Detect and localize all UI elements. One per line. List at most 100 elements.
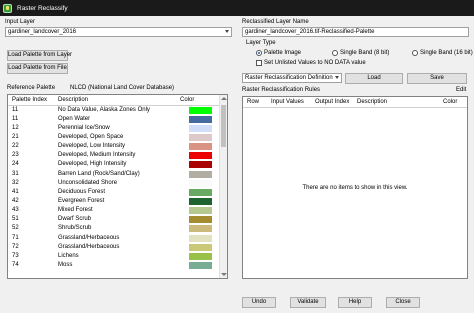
- reference-palette-label: Reference Palette: [7, 85, 56, 91]
- palette-index-cell: 71: [12, 234, 19, 241]
- palette-scrollbar[interactable]: [219, 95, 227, 278]
- palette-index-cell: 31: [12, 170, 19, 177]
- window-title: Raster Reclassify: [17, 4, 68, 12]
- table-row[interactable]: 23 Developed, Medium Intensity: [8, 152, 227, 161]
- checkbox-icon: [256, 60, 262, 66]
- radio-single-band-8bit[interactable]: Single Band (8 bit): [332, 50, 389, 56]
- radio-palette-image[interactable]: Palette Image: [256, 50, 301, 56]
- scroll-down-icon[interactable]: [221, 273, 227, 276]
- table-row[interactable]: 31 Barren Land (Rock/Sand/Clay): [8, 170, 227, 179]
- table-row[interactable]: 42 Evergreen Forest: [8, 198, 227, 207]
- color-swatch: [189, 243, 212, 251]
- palette-index-cell: 24: [12, 161, 19, 168]
- scroll-thumb[interactable]: [221, 105, 226, 147]
- help-button[interactable]: Help: [338, 297, 372, 308]
- table-row[interactable]: 41 Deciduous Forest: [8, 188, 227, 197]
- color-swatch: [189, 161, 212, 169]
- description-cell: Developed, Open Space: [58, 133, 124, 140]
- palette-index-cell: 52: [12, 225, 19, 232]
- description-cell: Developed, Low Intensity: [58, 143, 126, 150]
- palette-index-cell: 43: [12, 207, 19, 214]
- color-swatch: [189, 106, 212, 114]
- close-button[interactable]: Close: [386, 297, 420, 308]
- table-row[interactable]: 43 Mixed Forest: [8, 207, 227, 216]
- load-palette-from-layer-button[interactable]: Load Palette from Layer: [7, 50, 72, 61]
- reclassified-layer-label: Reclassified Layer Name: [242, 19, 309, 25]
- column-header-description[interactable]: Description: [58, 97, 88, 103]
- radio-palette-image-label: Palette Image: [264, 50, 302, 56]
- table-row[interactable]: 71 Grassland/Herbaceous: [8, 234, 227, 243]
- palette-index-cell: 22: [12, 143, 19, 150]
- palette-index-cell: 41: [12, 188, 19, 195]
- table-row[interactable]: 32 Unconsolidated Shore: [8, 179, 227, 188]
- description-cell: Shrub/Scrub: [58, 225, 92, 232]
- column-header-description[interactable]: Description: [357, 99, 387, 105]
- save-button[interactable]: Save: [407, 73, 467, 84]
- load-palette-from-file-button[interactable]: Load Palette from File: [7, 63, 68, 74]
- table-row[interactable]: 73 Lichens: [8, 252, 227, 261]
- column-header-input-values[interactable]: Input Values: [271, 99, 304, 105]
- radio-unselected-icon: [412, 50, 418, 56]
- chevron-down-icon: [225, 30, 229, 33]
- validate-button[interactable]: Validate: [290, 297, 326, 308]
- description-cell: Deciduous Forest: [58, 188, 106, 195]
- table-row[interactable]: 12 Perennial Ice/Snow: [8, 124, 227, 133]
- reclassified-layer-name-field[interactable]: gardiner_landcover_2016.tif-Reclassified…: [242, 27, 469, 37]
- radio-selected-icon: [256, 50, 262, 56]
- table-row[interactable]: 51 Dwarf Scrub: [8, 216, 227, 225]
- color-swatch: [189, 152, 212, 160]
- reclassification-definition-dropdown[interactable]: Raster Reclassification Definition: [242, 73, 342, 83]
- table-row[interactable]: 52 Shrub/Scrub: [8, 225, 227, 234]
- description-cell: Unconsolidated Shore: [58, 179, 118, 186]
- reference-palette-grid[interactable]: Palette Index Description Color 11 No Dat…: [7, 94, 228, 279]
- table-row[interactable]: 22 Developed, Low Intensity: [8, 143, 227, 152]
- palette-index-cell: 51: [12, 216, 19, 223]
- radio-unselected-icon: [332, 50, 338, 56]
- description-cell: Dwarf Scrub: [58, 216, 92, 223]
- unlisted-values-label: Set Unlisted Values to NO DATA value: [264, 60, 366, 66]
- input-layer-dropdown[interactable]: gardiner_landcover_2016: [5, 27, 232, 37]
- color-swatch: [189, 124, 212, 132]
- empty-view-message: There are no items to show in this view.: [302, 185, 408, 191]
- palette-index-cell: 21: [12, 133, 19, 140]
- description-cell: Barren Land (Rock/Sand/Clay): [58, 170, 140, 177]
- table-row[interactable]: 72 Grassland/Herbaceous: [8, 243, 227, 252]
- undo-button[interactable]: Undo: [242, 297, 276, 308]
- description-cell: Perennial Ice/Snow: [58, 124, 110, 131]
- table-row[interactable]: 24 Developed, High Intensity: [8, 161, 227, 170]
- description-cell: Grassland/Herbaceous: [58, 234, 120, 241]
- unlisted-values-checkbox[interactable]: Set Unlisted Values to NO DATA value: [256, 60, 366, 66]
- color-swatch: [189, 188, 212, 196]
- table-row[interactable]: 74 Moss: [8, 262, 227, 271]
- description-cell: Moss: [58, 262, 73, 269]
- color-swatch: [189, 143, 212, 151]
- palette-index-cell: 11: [12, 106, 19, 113]
- color-swatch: [189, 179, 212, 187]
- edit-link[interactable]: Edit: [456, 87, 466, 93]
- reclassification-rules-grid[interactable]: Row Input Values Output Index Descriptio…: [242, 96, 468, 279]
- chevron-down-icon: [335, 76, 339, 79]
- title-bar: Raster Reclassify: [0, 0, 474, 16]
- radio-single-band-16bit[interactable]: Single Band (16 bit): [412, 50, 473, 56]
- table-row[interactable]: 11 Open Water: [8, 115, 227, 124]
- radio-single-band-16bit-label: Single Band (16 bit): [420, 50, 473, 56]
- color-swatch: [189, 170, 212, 178]
- table-row[interactable]: 21 Developed, Open Space: [8, 133, 227, 142]
- column-header-color[interactable]: Color: [443, 99, 457, 105]
- description-cell: Grassland/Herbaceous: [58, 243, 120, 250]
- column-header-color[interactable]: Color: [180, 97, 194, 103]
- column-header-output-index[interactable]: Output Index: [315, 99, 349, 105]
- scroll-up-icon[interactable]: [221, 97, 227, 100]
- column-header-row[interactable]: Row: [247, 99, 259, 105]
- definition-value: Raster Reclassification Definition: [245, 75, 333, 81]
- table-row[interactable]: 11 No Data Value, Alaska Zones Only: [8, 106, 227, 115]
- color-swatch: [189, 198, 212, 205]
- description-cell: Developed, Medium Intensity: [58, 152, 136, 159]
- color-swatch: [189, 225, 212, 233]
- palette-index-cell: 32: [12, 179, 19, 186]
- palette-index-cell: 72: [12, 243, 19, 250]
- input-layer-value: gardiner_landcover_2016: [8, 29, 77, 35]
- load-button[interactable]: Load: [345, 73, 403, 84]
- column-header-palette-index[interactable]: Palette Index: [12, 97, 47, 103]
- rules-header: Row Input Values Output Index Descriptio…: [243, 97, 467, 108]
